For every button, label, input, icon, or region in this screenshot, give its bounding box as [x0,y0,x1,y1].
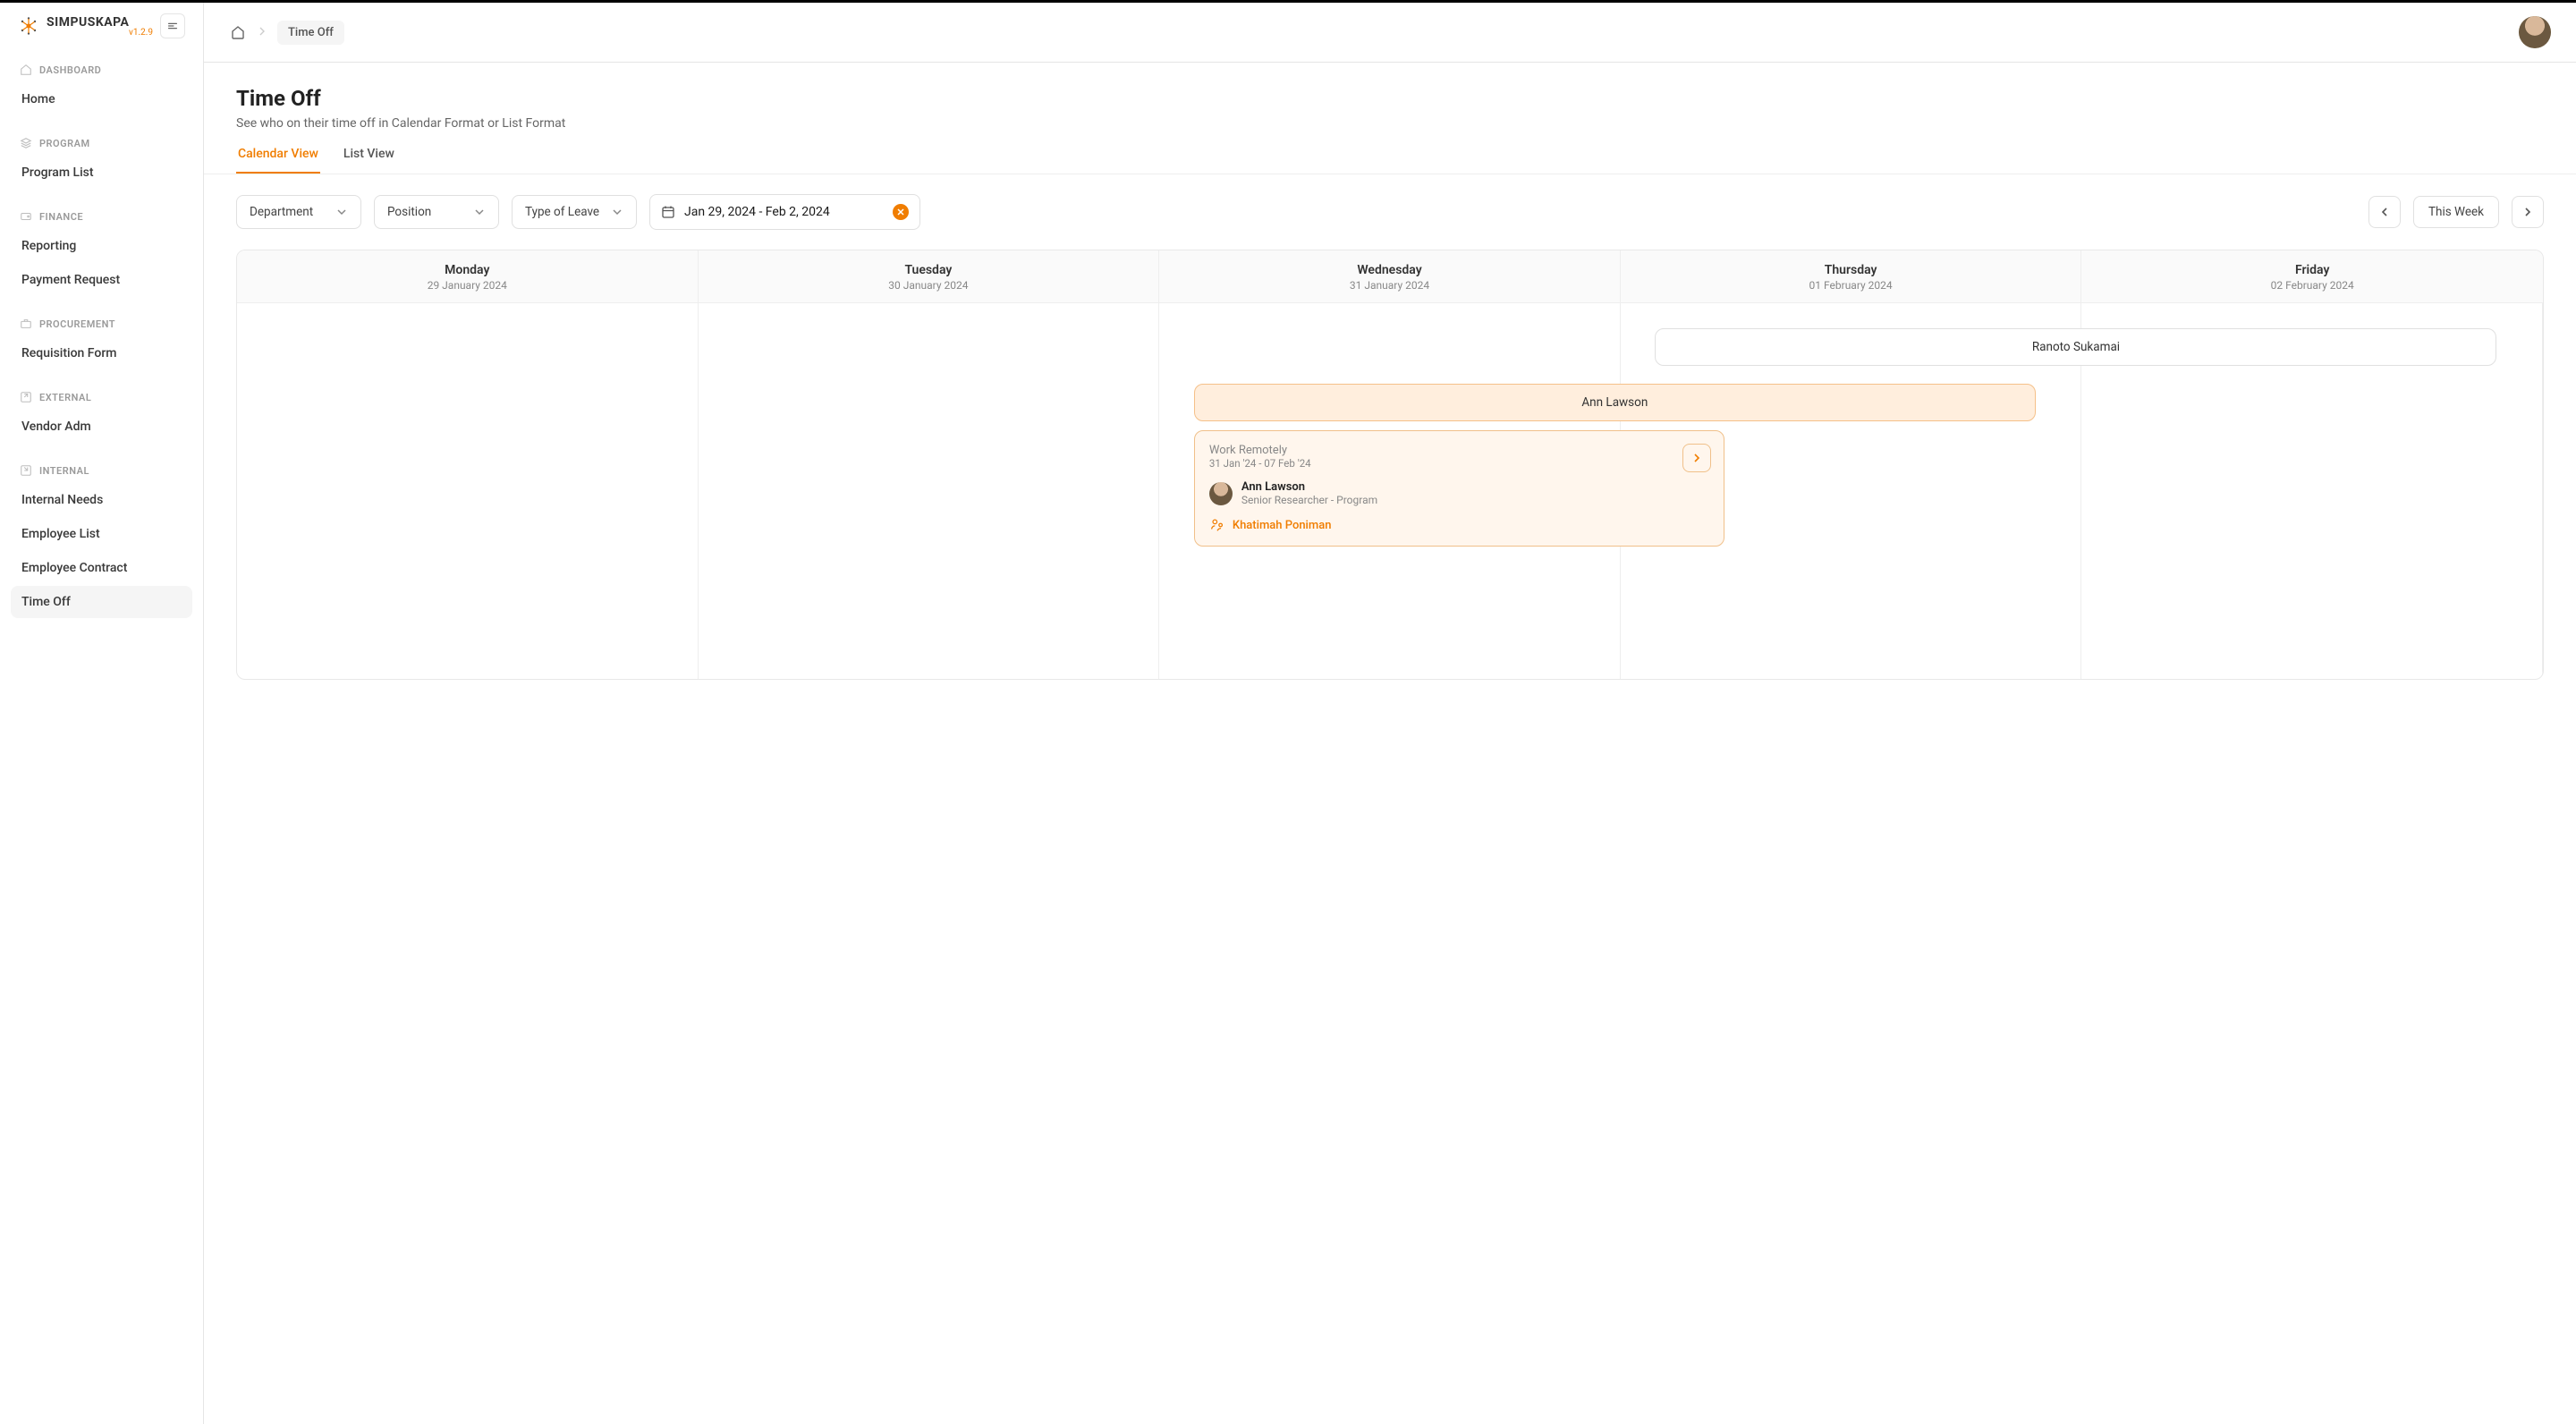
person-role: Senior Researcher - Program [1241,494,1377,506]
calendar-body: Ranoto Sukamai Ann Lawson Work Remotely … [237,303,2543,679]
layers-icon [20,137,32,149]
chevron-right-icon [1691,453,1702,463]
nav-item-requisition-form[interactable]: Requisition Form [11,337,192,369]
person-avatar [1209,482,1233,505]
home-icon [20,64,32,76]
filter-date-range[interactable]: Jan 29, 2024 - Feb 2, 2024 [649,194,920,230]
filters: Department Position Type of Leave Jan 29… [236,194,2544,230]
day-header: Thursday01 February 2024 [1621,250,2082,302]
event-type: Work Remotely [1209,444,1709,457]
topbar: Time Off [204,3,2576,63]
nav-item-reporting[interactable]: Reporting [11,230,192,262]
brand: SIMPUSKAPA v1.2.9 [47,15,153,38]
nav-header-internal: INTERNAL [11,459,192,482]
sidebar-header: SIMPUSKAPA v1.2.9 [0,3,203,49]
nav-header-procurement: PROCUREMENT [11,312,192,335]
event-card-ann[interactable]: Work Remotely 31 Jan '24 - 07 Feb '24 An… [1194,430,1724,547]
prev-week-button[interactable] [2368,196,2401,228]
nav-item-vendor-adm[interactable]: Vendor Adm [11,411,192,443]
chevron-down-icon [611,206,623,218]
wallet-icon [20,210,32,223]
briefcase-icon [20,318,32,330]
people-swap-icon [1209,517,1225,533]
breadcrumb: Time Off [229,21,344,45]
day-header: Wednesday31 January 2024 [1159,250,1621,302]
nav-item-program-list[interactable]: Program List [11,157,192,189]
user-avatar[interactable] [2519,16,2551,48]
chevron-down-icon [473,206,486,218]
event-bar-ranoto[interactable]: Ranoto Sukamai [1655,328,2496,366]
nav-item-employee-contract[interactable]: Employee Contract [11,552,192,584]
nav-item-payment-request[interactable]: Payment Request [11,264,192,296]
filter-position[interactable]: Position [374,195,499,229]
external-icon [20,391,32,403]
day-header: Friday02 February 2024 [2081,250,2543,302]
close-icon [897,208,904,216]
filter-department[interactable]: Department [236,195,361,229]
chevron-down-icon [335,206,348,218]
nav-item-employee-list[interactable]: Employee List [11,518,192,550]
nav-header-external: EXTERNAL [11,386,192,409]
breadcrumb-home[interactable] [229,23,247,41]
nav-item-home[interactable]: Home [11,83,192,115]
day-header: Monday29 January 2024 [237,250,699,302]
page-title: Time Off [236,86,2544,111]
home-icon [230,24,246,40]
internal-icon [20,464,32,477]
nav-header-dashboard: DASHBOARD [11,58,192,81]
event-details-button[interactable] [1682,444,1711,472]
clear-date-button[interactable] [893,204,909,220]
this-week-button[interactable]: This Week [2413,196,2499,228]
chevron-left-icon [2379,207,2390,217]
nav-item-time-off[interactable]: Time Off [11,586,192,618]
next-week-button[interactable] [2512,196,2544,228]
filter-leave-type[interactable]: Type of Leave [512,195,637,229]
calendar-icon [661,205,675,219]
brand-logo-icon [18,15,39,37]
calendar-grid: Monday29 January 2024 Tuesday30 January … [236,250,2544,680]
tab-list-view[interactable]: List View [342,147,396,174]
sidebar-nav: DASHBOARD Home PROGRAM Program List FINA… [0,49,203,1424]
event-person: Ann Lawson Senior Researcher - Program [1209,480,1709,506]
nav-header-finance: FINANCE [11,205,192,228]
tab-calendar-view[interactable]: Calendar View [236,147,320,174]
event-bar-ann[interactable]: Ann Lawson [1194,384,2036,421]
breadcrumb-current: Time Off [277,21,344,45]
sidebar-toggle-button[interactable] [160,13,185,38]
nav-item-internal-needs[interactable]: Internal Needs [11,484,192,516]
nav-header-program: PROGRAM [11,131,192,155]
event-substitute: Khatimah Poniman [1209,517,1709,533]
person-name: Ann Lawson [1241,480,1377,494]
sidebar: SIMPUSKAPA v1.2.9 DASHBOARD Home PROGRAM [0,3,204,1424]
event-date-range: 31 Jan '24 - 07 Feb '24 [1209,457,1709,470]
menu-icon [166,20,179,32]
chevron-right-icon [2522,207,2533,217]
brand-version: v1.2.9 [47,28,153,38]
view-tabs: Calendar View List View [204,147,2576,174]
chevron-right-icon [258,25,267,39]
day-header: Tuesday30 January 2024 [699,250,1160,302]
page-subtitle: See who on their time off in Calendar Fo… [236,116,2544,131]
